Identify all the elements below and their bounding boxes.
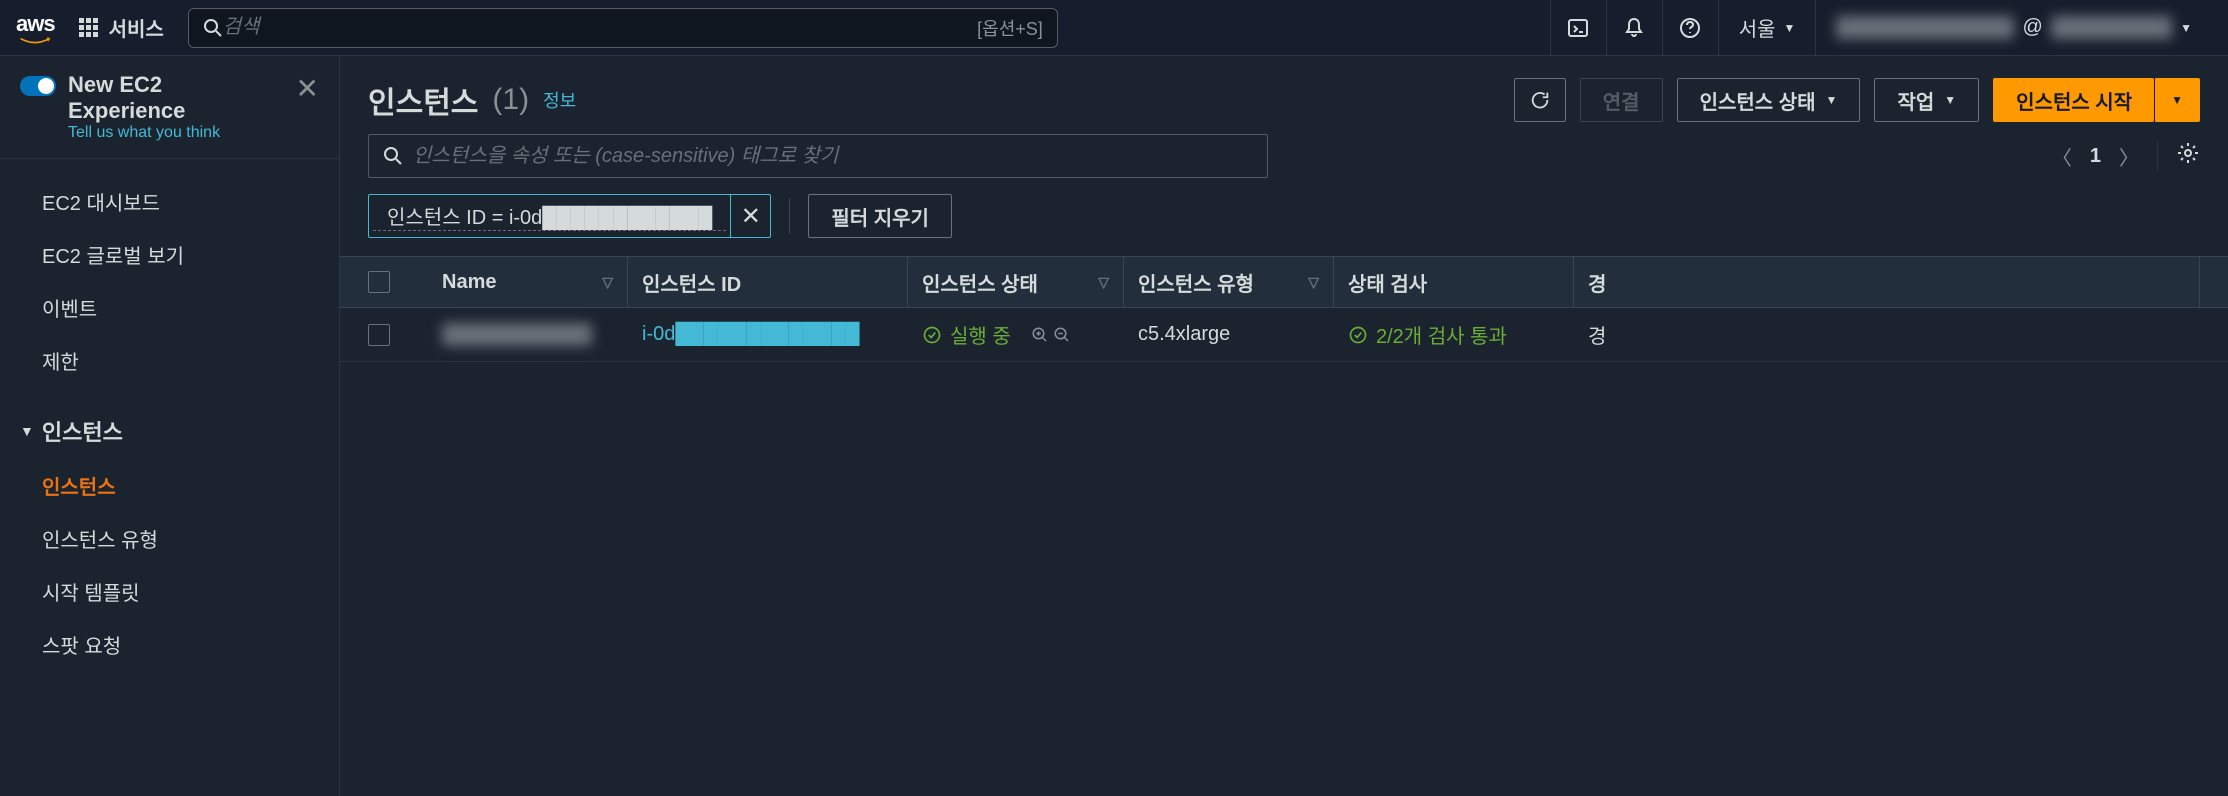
help-icon[interactable] [1662,0,1718,56]
zoom-in-icon [1031,326,1049,344]
global-search[interactable]: [옵션+S] [188,8,1058,48]
new-experience-title: New EC2 Experience [68,72,284,124]
top-navigation: aws 서비스 [옵션+S] 서울 ▼ ████████████ @ █████… [0,0,2228,56]
sort-icon: ▽ [1308,274,1333,291]
instance-type: c5.4xlarge [1138,323,1230,346]
actions-menu[interactable]: 작업 ▼ [1874,78,1979,122]
filter-row: 〈 1 〉 [340,134,2228,194]
instance-name: ██████████ [442,323,592,346]
column-type[interactable]: 인스턴스 유형▽ [1124,257,1334,307]
settings-icon[interactable] [2157,141,2200,171]
sidebar-group-label: 인스턴스 [42,415,123,447]
caret-down-icon: ▼ [1826,93,1838,107]
caret-down-icon: ▼ [1784,21,1796,35]
column-name[interactable]: Name▽ [428,257,628,307]
column-status-check[interactable]: 상태 검사 [1334,257,1574,307]
column-state[interactable]: 인스턴스 상태▽ [908,257,1124,307]
filter-search[interactable] [368,134,1268,178]
sidebar-item-events[interactable]: 이벤트 [0,281,339,334]
sidebar-item-limits[interactable]: 제한 [0,334,339,387]
search-icon [383,146,403,166]
refresh-icon [1529,89,1551,111]
state-zoom-icons[interactable] [1031,326,1071,344]
caret-down-icon: ▼ [2171,93,2183,107]
caret-down-icon: ▼ [20,423,34,439]
sidebar-item-launch-templates[interactable]: 시작 템플릿 [0,565,339,618]
sidebar-item-global-view[interactable]: EC2 글로벌 보기 [0,228,339,281]
connect-button[interactable]: 연결 [1580,78,1663,122]
sidebar-group-instances[interactable]: ▼ 인스턴스 [0,403,339,459]
services-menu[interactable]: 서비스 [79,13,164,42]
instance-state-menu[interactable]: 인스턴스 상태 ▼ [1677,78,1861,122]
filter-chip-label: 인스턴스 ID = i-0d████████████ [373,201,726,231]
search-icon [203,18,223,38]
account-user: ████████████ [1836,16,2014,39]
refresh-button[interactable] [1514,78,1566,122]
caret-down-icon: ▼ [1944,93,1956,107]
caret-down-icon: ▼ [2180,21,2192,35]
column-alarm[interactable]: 경 [1574,257,2200,307]
prev-page-button[interactable]: 〈 [2052,142,2072,171]
select-all-checkbox[interactable] [368,271,390,293]
account-id: ████████ [2051,16,2172,39]
search-input[interactable] [223,16,977,39]
filter-input[interactable] [413,145,1253,168]
search-shortcut: [옵션+S] [977,15,1043,41]
zoom-out-icon [1053,326,1071,344]
grid-icon [79,18,99,38]
close-icon[interactable]: ✕ [296,72,319,105]
clear-filters-button[interactable]: 필터 지우기 [808,194,952,238]
sidebar: New EC2 Experience Tell us what you thin… [0,56,340,796]
status-check-badge: 2/2개 검사 통과 [1348,320,1507,349]
row-checkbox[interactable] [368,324,390,346]
region-label: 서울 [1739,13,1776,42]
feedback-link[interactable]: Tell us what you think [68,124,284,142]
instance-count: (1) [492,83,529,117]
launch-instance-dropdown[interactable]: ▼ [2154,78,2200,122]
state-badge: 실행 중 [922,320,1011,349]
account-selector[interactable]: ████████████ @ ████████ ▼ [1815,0,2212,56]
sidebar-item-dashboard[interactable]: EC2 대시보드 [0,175,339,228]
table-row[interactable]: ██████████ i-0d█████████████ 실행 중 c5.4xl… [340,308,2228,362]
check-circle-icon [1348,325,1368,345]
sort-icon: ▽ [602,274,627,291]
sidebar-item-spot-requests[interactable]: 스팟 요청 [0,618,339,671]
check-circle-icon [922,325,942,345]
sidebar-item-instances[interactable]: 인스턴스 [0,459,339,512]
notifications-icon[interactable] [1606,0,1662,56]
column-instance-id[interactable]: 인스턴스 ID [628,257,908,307]
filter-chips: 인스턴스 ID = i-0d████████████ ✕ 필터 지우기 [340,194,2228,256]
remove-filter-icon[interactable]: ✕ [730,195,770,237]
divider [789,198,790,234]
aws-logo[interactable]: aws [16,11,55,45]
launch-instance-group: 인스턴스 시작 ▼ [1993,78,2200,122]
table-header: Name▽ 인스턴스 ID 인스턴스 상태▽ 인스턴스 유형▽ 상태 검사 경 [340,256,2228,308]
instance-id-link[interactable]: i-0d█████████████ [642,323,860,346]
new-experience-banner: New EC2 Experience Tell us what you thin… [0,56,339,159]
pagination: 〈 1 〉 [2052,141,2200,171]
launch-instance-button[interactable]: 인스턴스 시작 [1993,78,2154,122]
page-number: 1 [2090,145,2101,168]
new-experience-toggle[interactable] [20,76,56,96]
sidebar-item-instance-types[interactable]: 인스턴스 유형 [0,512,339,565]
main-content: 인스턴스 (1) 정보 연결 인스턴스 상태 ▼ 작업 ▼ 인스턴스 시작 [340,56,2228,796]
cloudshell-icon[interactable] [1550,0,1606,56]
page-title: 인스턴스 [368,78,478,122]
services-label: 서비스 [109,13,164,42]
next-page-button[interactable]: 〉 [2119,142,2139,171]
alarm-cell: 경 [1588,320,1606,349]
sort-icon: ▽ [1098,274,1123,291]
filter-chip: 인스턴스 ID = i-0d████████████ ✕ [368,194,771,238]
instances-table: Name▽ 인스턴스 ID 인스턴스 상태▽ 인스턴스 유형▽ 상태 검사 경 … [340,256,2228,362]
page-header: 인스턴스 (1) 정보 연결 인스턴스 상태 ▼ 작업 ▼ 인스턴스 시작 [340,56,2228,134]
region-selector[interactable]: 서울 ▼ [1718,0,1816,56]
info-link[interactable]: 정보 [543,87,576,113]
